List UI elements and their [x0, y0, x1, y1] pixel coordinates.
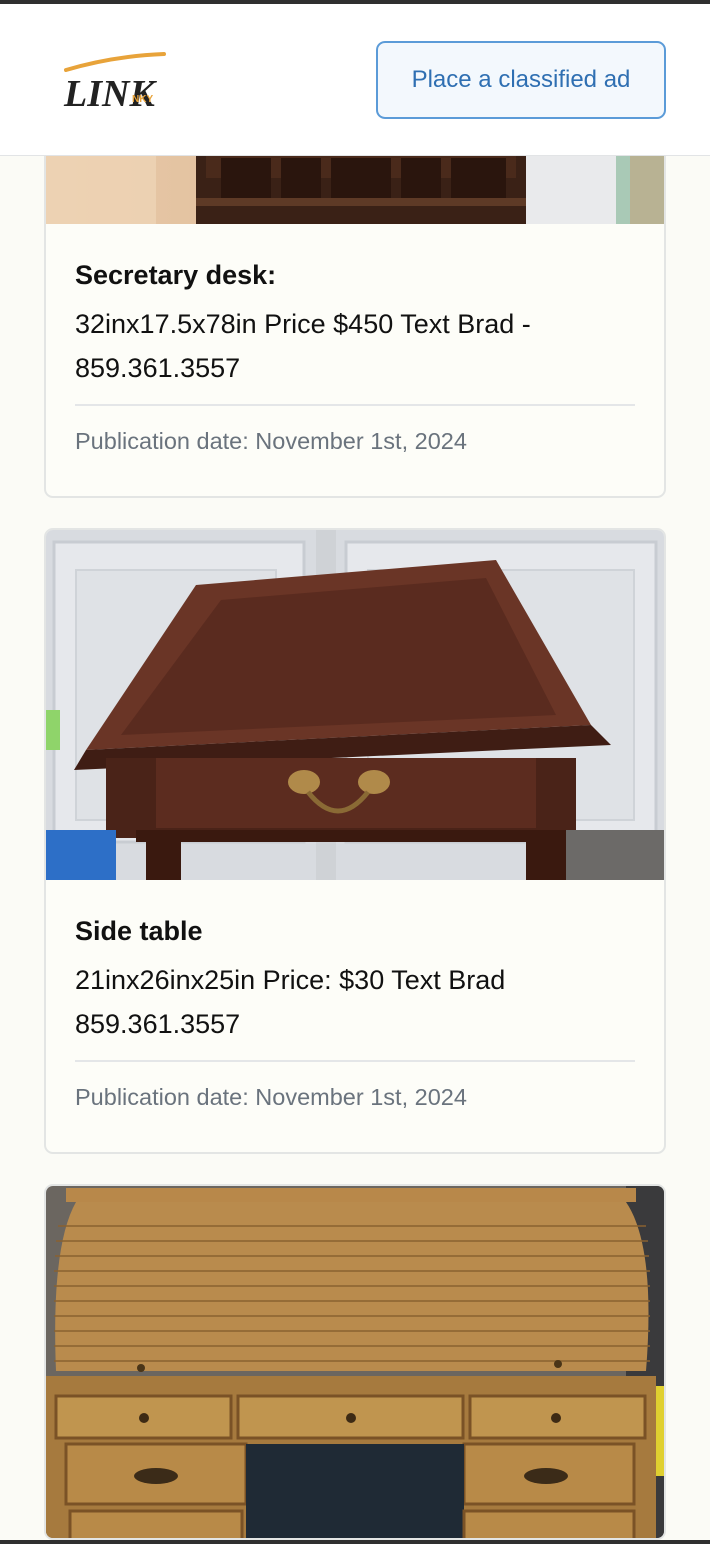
link-nky-logo[interactable]: LINK NKY [58, 48, 168, 118]
site-header: LINK NKY Place a classified ad [0, 4, 710, 156]
card-divider [75, 404, 635, 406]
listing-photo[interactable] [46, 1186, 664, 1538]
listing-card[interactable]: Side table 21inx26inx25in Price: $30 Tex… [44, 528, 666, 1154]
listing-description: 32inx17.5x78in Price $450 Text Brad - 85… [75, 309, 531, 383]
listing-photo[interactable] [46, 530, 664, 880]
side-table-photo [46, 530, 664, 880]
listing-card[interactable] [44, 1184, 666, 1540]
publication-date: Publication date: November 1st, 2024 [75, 1084, 467, 1110]
listing-description: 21inx26inx25in Price: $30 Text Brad 859.… [75, 965, 506, 1039]
listing-title: Side table [75, 916, 203, 946]
listing-title: Secretary desk: [75, 260, 277, 290]
classifieds-feed[interactable]: Secretary desk: 32inx17.5x78in Price $45… [0, 0, 710, 1544]
card-divider [75, 1060, 635, 1062]
logo-icon: LINK NKY [63, 52, 166, 115]
place-classified-ad-button[interactable]: Place a classified ad [376, 41, 666, 119]
listing-card[interactable]: Secretary desk: 32inx17.5x78in Price $45… [44, 96, 666, 498]
publication-date: Publication date: November 1st, 2024 [75, 428, 467, 454]
roll-top-desk-photo [46, 1186, 664, 1538]
window-bottom-edge [0, 1540, 710, 1544]
logo-subtext: NKY [132, 94, 153, 105]
